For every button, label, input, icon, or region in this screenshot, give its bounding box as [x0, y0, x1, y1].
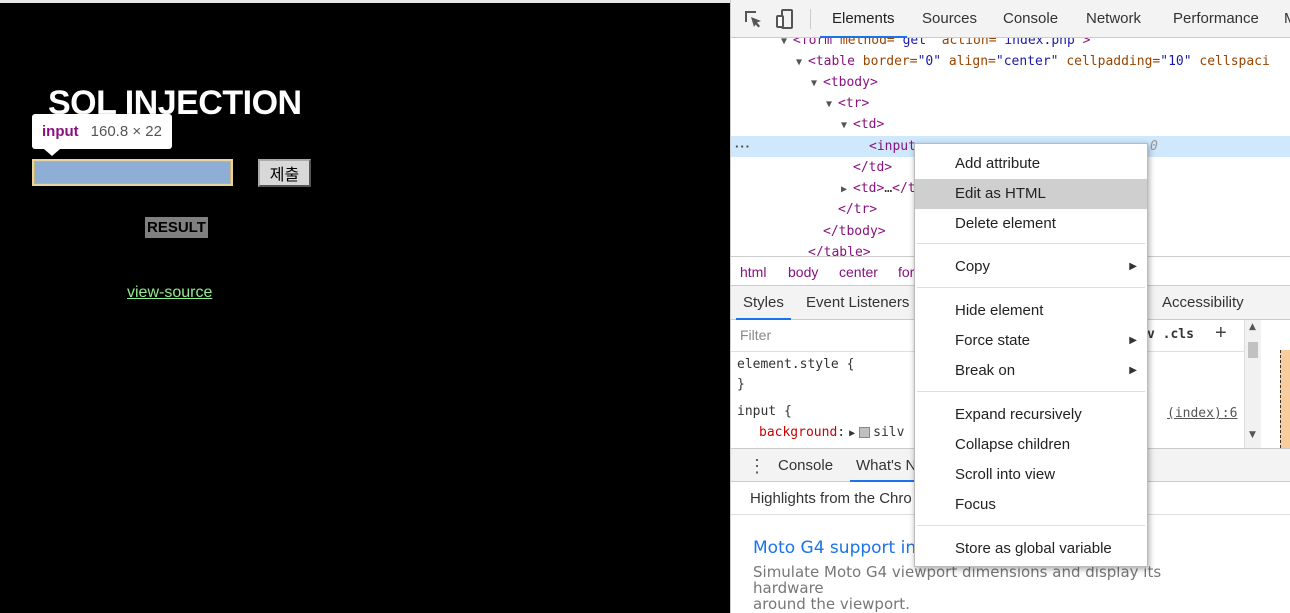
- drawer-menu-icon[interactable]: ⋮: [748, 456, 766, 477]
- menu-item-force-state[interactable]: Force state ▶: [915, 326, 1147, 356]
- expand-triangle-icon[interactable]: ▼: [841, 115, 853, 136]
- breadcrumb-form[interactable]: for: [898, 257, 914, 287]
- devtools-tab-bar: Elements Sources Console Network Perform…: [731, 0, 1290, 38]
- menu-separator: [917, 287, 1145, 288]
- whats-new-highlights: Highlights from the Chro: [750, 490, 912, 507]
- result-label: RESULT: [145, 217, 208, 238]
- styles-scrollbar[interactable]: ▲ ▼: [1244, 320, 1261, 448]
- menu-item-scroll-into-view[interactable]: Scroll into view: [915, 460, 1147, 490]
- whats-new-description: Simulate Moto G4 viewport dimensions and…: [753, 563, 1162, 613]
- whats-new-link[interactable]: Moto G4 support in D: [753, 538, 935, 558]
- tab-styles[interactable]: Styles: [736, 286, 791, 320]
- menu-separator: [917, 525, 1145, 526]
- menu-separator: [917, 391, 1145, 392]
- dom-node-tr[interactable]: ▼ <tr>: [731, 93, 1290, 114]
- color-swatch-icon[interactable]: [859, 427, 871, 438]
- tooltip-dimensions: 160.8 × 22: [90, 123, 162, 140]
- background-property[interactable]: background: ▶ silv: [759, 423, 904, 443]
- submit-button[interactable]: 제출: [258, 159, 311, 187]
- expand-triangle-icon[interactable]: ▼: [781, 38, 793, 52]
- web-page: SQL INJECTION input 160.8 × 22 제출 RESULT…: [0, 0, 730, 613]
- screen: SQL INJECTION input 160.8 × 22 제출 RESULT…: [0, 0, 1290, 613]
- box-model-pane: [1262, 320, 1290, 448]
- expand-triangle-icon[interactable]: ▼: [796, 52, 808, 73]
- dom-node-tbody[interactable]: ▼ <tbody>: [731, 72, 1290, 93]
- submenu-arrow-icon: ▶: [1129, 365, 1137, 376]
- dom-node-form[interactable]: ▼ <form method="get" action="index.php">: [731, 38, 1290, 51]
- tab-console[interactable]: Console: [1003, 0, 1058, 38]
- breadcrumb-body[interactable]: body: [788, 257, 818, 287]
- drawer-tab-whats-new[interactable]: What's N: [849, 449, 947, 482]
- menu-separator: [917, 243, 1145, 244]
- collapse-triangle-icon[interactable]: ▶: [841, 179, 853, 200]
- tab-separator: [810, 9, 811, 29]
- highlighted-text-input[interactable]: [32, 159, 233, 186]
- menu-item-collapse-children[interactable]: Collapse children: [915, 430, 1147, 460]
- menu-item-break-on[interactable]: Break on ▶: [915, 356, 1147, 386]
- new-style-rule-icon[interactable]: +: [1215, 322, 1227, 345]
- breadcrumb-center[interactable]: center: [839, 257, 878, 287]
- element-style-rule[interactable]: element.style {: [737, 355, 854, 375]
- input-style-rule[interactable]: input {: [737, 402, 792, 422]
- menu-item-hide-element[interactable]: Hide element: [915, 296, 1147, 326]
- hov-cls-toggle[interactable]: v .cls: [1147, 327, 1194, 342]
- menu-item-focus[interactable]: Focus: [915, 490, 1147, 520]
- menu-item-copy[interactable]: Copy ▶: [915, 252, 1147, 282]
- tab-accessibility[interactable]: Accessibility: [1162, 286, 1244, 320]
- tab-elements[interactable]: Elements: [820, 0, 906, 38]
- styles-filter-input[interactable]: Filter: [740, 327, 771, 343]
- context-menu: Add attribute Edit as HTML Delete elemen…: [914, 143, 1148, 567]
- scroll-up-icon[interactable]: ▲: [1249, 322, 1256, 332]
- breadcrumb-html[interactable]: html: [740, 257, 766, 287]
- tab-performance[interactable]: Performance: [1173, 0, 1259, 38]
- tab-sources[interactable]: Sources: [922, 0, 977, 38]
- page-top-border: [0, 0, 730, 3]
- box-model-margin: [1280, 350, 1290, 448]
- scroll-down-icon[interactable]: ▼: [1249, 430, 1256, 440]
- style-source-link[interactable]: (index):6: [1167, 406, 1237, 421]
- tab-event-listeners[interactable]: Event Listeners: [806, 286, 909, 320]
- menu-item-store-as-global-variable[interactable]: Store as global variable: [915, 534, 1147, 564]
- submenu-arrow-icon: ▶: [1129, 261, 1137, 272]
- inspect-element-icon[interactable]: [743, 9, 763, 29]
- dom-node-table[interactable]: ▼ <table border="0" align="center" cellpa…: [731, 51, 1290, 72]
- view-source-link[interactable]: view-source: [127, 284, 212, 302]
- menu-item-delete-element[interactable]: Delete element: [915, 209, 1147, 239]
- inspect-tooltip: input 160.8 × 22: [32, 114, 172, 156]
- tab-network[interactable]: Network: [1086, 0, 1141, 38]
- tab-more[interactable]: M: [1284, 0, 1290, 38]
- expand-triangle-icon[interactable]: ▼: [811, 73, 823, 94]
- menu-item-edit-as-html[interactable]: Edit as HTML: [915, 179, 1147, 209]
- submenu-arrow-icon: ▶: [1129, 335, 1137, 346]
- expand-property-icon[interactable]: ▶: [849, 428, 855, 439]
- tooltip-tag: input: [42, 123, 79, 140]
- expand-triangle-icon[interactable]: ▼: [826, 94, 838, 115]
- dom-node-td[interactable]: ▼ <td>: [731, 114, 1290, 135]
- drawer-tab-console[interactable]: Console: [778, 449, 833, 482]
- menu-item-add-attribute[interactable]: Add attribute: [915, 149, 1147, 179]
- more-dots-icon[interactable]: ···: [735, 136, 751, 157]
- menu-item-expand-recursively[interactable]: Expand recursively: [915, 400, 1147, 430]
- scroll-thumb[interactable]: [1248, 342, 1258, 358]
- device-toolbar-icon[interactable]: [775, 9, 795, 29]
- element-style-close: }: [737, 377, 745, 392]
